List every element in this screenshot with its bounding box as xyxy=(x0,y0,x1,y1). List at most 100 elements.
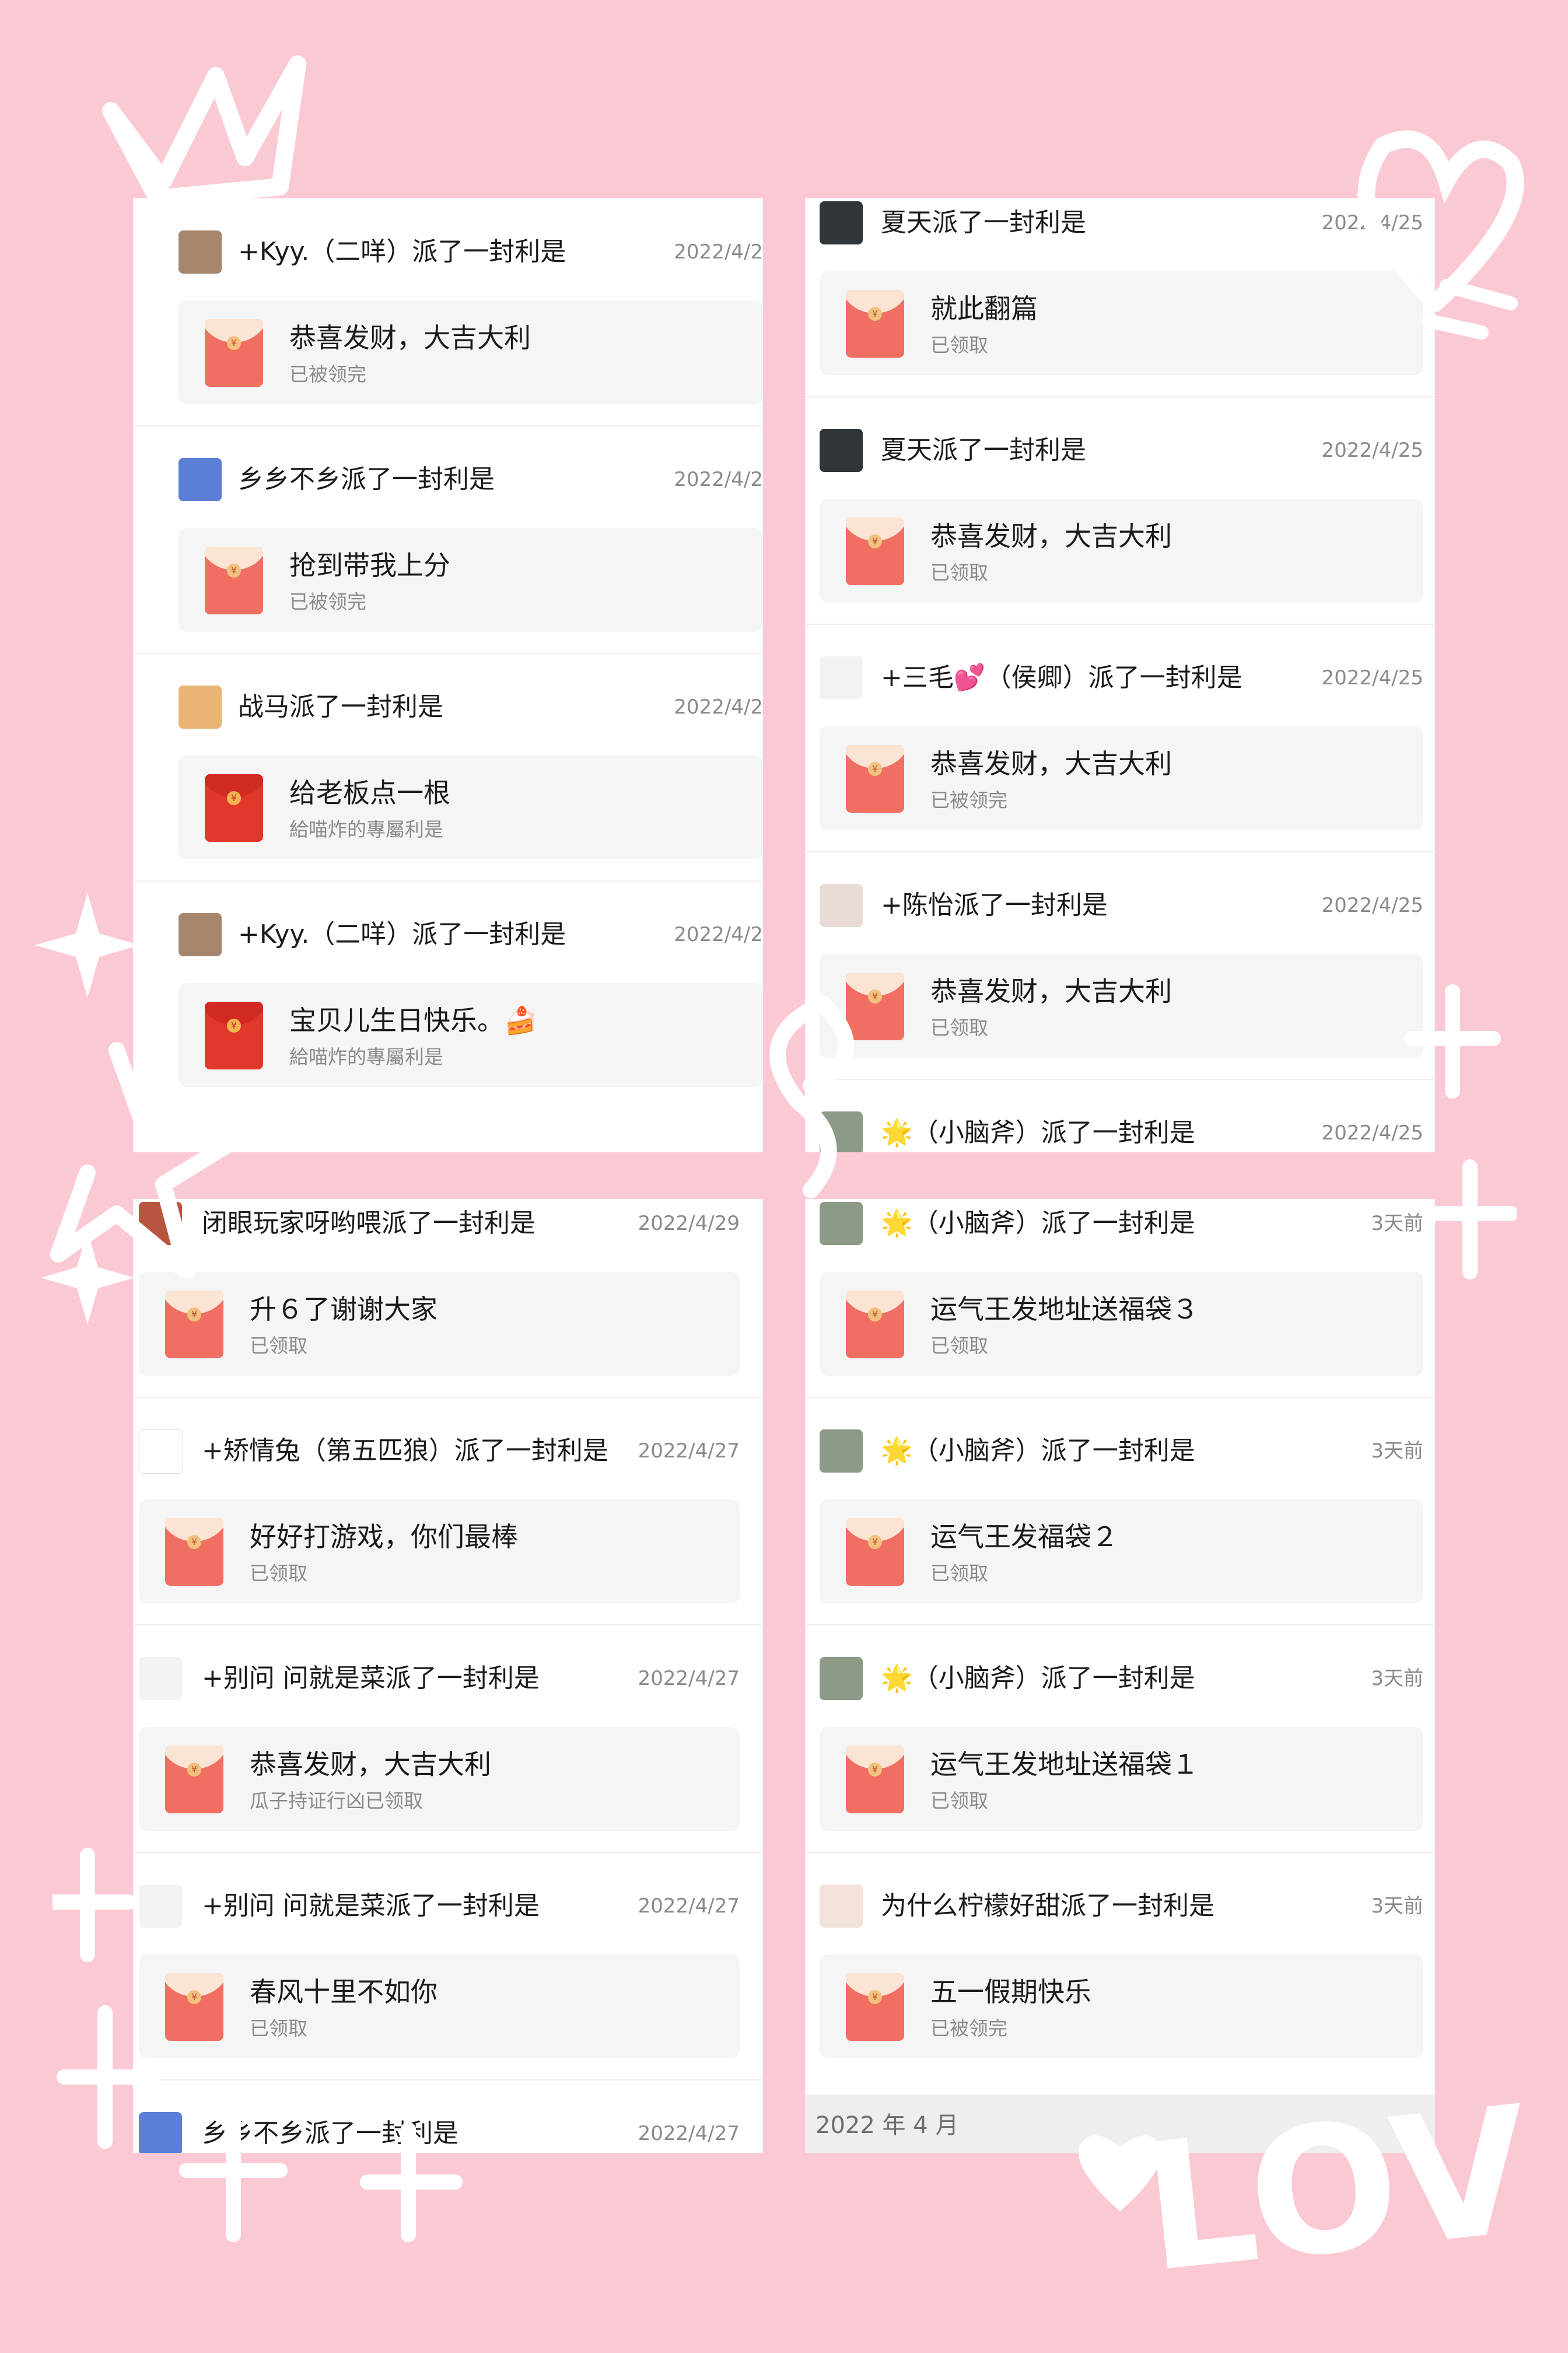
avatar[interactable] xyxy=(820,1111,863,1152)
small-star-doodle xyxy=(41,1231,134,1324)
divider xyxy=(133,880,763,882)
red-packet-card[interactable]: ¥ 春风十里不如你 已领取 xyxy=(139,1955,740,2058)
avatar[interactable] xyxy=(820,429,863,472)
sender-title: 乡乡不乡派了一封利是 xyxy=(202,2118,459,2148)
red-packet-card[interactable]: ¥ 恭喜发财，大吉大利 已被领完 xyxy=(820,726,1423,830)
send-date: 3天前 xyxy=(1371,1212,1423,1235)
packet-message: 就此翻篇 xyxy=(930,293,1038,324)
avatar[interactable] xyxy=(139,1202,182,1245)
red-packet-icon: ¥ xyxy=(846,1291,904,1358)
send-date: 2022/4/27 xyxy=(638,1667,740,1690)
send-date: 2022/4/27 xyxy=(638,2122,740,2145)
avatar[interactable] xyxy=(820,1885,863,1928)
red-packet-icon: ¥ xyxy=(846,518,904,585)
red-packet-icon: ¥ xyxy=(165,1973,223,2041)
divider xyxy=(805,396,1435,397)
list-item[interactable]: +Kyy.（二咩）派了一封利是 2022/4/2 ¥ 恭喜发财，大吉大利 已被领… xyxy=(133,198,763,426)
divider xyxy=(133,653,763,654)
avatar[interactable] xyxy=(820,1429,863,1473)
list-item[interactable]: 🌟（小脑斧）派了一封利是 3天前 ¥ 运气王发福袋２ 已领取 xyxy=(805,1397,1435,1625)
red-packet-card[interactable]: ¥ 运气王发福袋２ 已领取 xyxy=(820,1499,1423,1603)
packet-status: 已被领完 xyxy=(930,2017,1007,2040)
avatar[interactable] xyxy=(820,1657,863,1700)
list-item[interactable]: +三毛💕（侯卿）派了一封利是 2022/4/25 ¥ 恭喜发财，大吉大利 已被领… xyxy=(805,624,1435,852)
avatar[interactable] xyxy=(178,913,222,956)
send-date: 2022/4/2 xyxy=(674,695,763,719)
red-packet-icon: ¥ xyxy=(846,290,904,358)
list-item[interactable]: +别问 问就是菜派了一封利是 2022/4/27 ¥ 春风十里不如你 已领取 xyxy=(133,1852,763,2080)
red-packet-card[interactable]: ¥ 恭喜发财，大吉大利 已领取 xyxy=(820,954,1423,1058)
list-item[interactable]: 闭眼玩家呀哟喂派了一封利是 2022/4/29 ¥ 升６了谢谢大家 已领取 xyxy=(133,1199,763,1397)
send-date: 2022/4/25 xyxy=(1321,894,1423,917)
sender-title: 战马派了一封利是 xyxy=(238,692,443,722)
avatar[interactable] xyxy=(820,201,863,244)
list-item[interactable]: +陈怡派了一封利是 2022/4/25 ¥ 恭喜发财，大吉大利 已领取 xyxy=(805,851,1435,1079)
divider xyxy=(133,2079,763,2081)
packet-status: 已领取 xyxy=(930,1016,988,1039)
list-item[interactable]: 🌟（小脑斧）派了一封利是 2022/4/25 xyxy=(805,1079,1435,1152)
avatar[interactable] xyxy=(820,656,863,700)
sender-title: 🌟（小脑斧）派了一封利是 xyxy=(881,1118,1195,1148)
list-item[interactable]: 🌟（小脑斧）派了一封利是 3天前 ¥ 运气王发地址送福袋３ 已领取 xyxy=(805,1199,1435,1397)
packet-message: 五一假期快乐 xyxy=(930,1976,1091,2008)
avatar[interactable] xyxy=(139,2112,182,2153)
avatar[interactable] xyxy=(139,1885,182,1928)
list-item[interactable]: +矫情兔（第五匹狼）派了一封利是 2022/4/27 ¥ 好好打游戏，你们最棒 … xyxy=(133,1397,763,1625)
list-item[interactable]: 战马派了一封利是 2022/4/2 ¥ 给老板点一根 給喵炸的專屬利是 xyxy=(133,653,763,881)
star-doodle xyxy=(35,893,140,998)
divider xyxy=(805,1852,1435,1853)
avatar[interactable] xyxy=(178,230,222,274)
red-packet-card[interactable]: ¥ 运气王发地址送福袋１ 已领取 xyxy=(820,1727,1423,1831)
red-packet-card[interactable]: ¥ 恭喜发财，大吉大利 瓜子持证行凶已领取 xyxy=(139,1727,740,1831)
send-date: 2022/4/2 xyxy=(674,240,763,264)
packet-message: 恭喜发财，大吉大利 xyxy=(930,976,1172,1007)
packet-status: 瓜子持证行凶已领取 xyxy=(250,1789,423,1812)
divider xyxy=(805,1397,1435,1398)
packet-message: 运气王发地址送福袋３ xyxy=(930,1293,1199,1325)
send-date: 2022/4/25 xyxy=(1321,666,1423,690)
red-packet-card[interactable]: ¥ 抢到带我上分 已被领完 xyxy=(178,528,763,632)
sender-title: +Kyy.（二咩）派了一封利是 xyxy=(238,919,566,949)
send-date: 2022/4/2 xyxy=(674,923,763,946)
red-packet-card[interactable]: ¥ 恭喜发财，大吉大利 已领取 xyxy=(820,499,1423,603)
red-packet-card[interactable]: ¥ 运气王发地址送福袋３ 已领取 xyxy=(820,1272,1423,1376)
list-item[interactable]: 乡乡不乡派了一封利是 2022/4/2 ¥ 抢到带我上分 已被领完 xyxy=(133,425,763,653)
list-item[interactable]: +别问 问就是菜派了一封利是 2022/4/27 ¥ 恭喜发财，大吉大利 瓜子持… xyxy=(133,1624,763,1852)
avatar[interactable] xyxy=(178,458,222,501)
avatar[interactable] xyxy=(820,884,863,927)
red-packet-card[interactable]: ¥ 给老板点一根 給喵炸的專屬利是 xyxy=(178,756,763,859)
red-packet-icon: ¥ xyxy=(205,1002,263,1069)
sender-title: 夏天派了一封利是 xyxy=(881,208,1086,237)
panel-bottom-right: 🌟（小脑斧）派了一封利是 3天前 ¥ 运气王发地址送福袋３ 已领取 🌟（小脑斧）… xyxy=(805,1199,1435,2153)
packet-message: 好好打游戏，你们最棒 xyxy=(250,1521,518,1553)
send-date: 2022/4/2 xyxy=(674,468,763,491)
packet-status: 已领取 xyxy=(250,2017,307,2040)
avatar[interactable] xyxy=(820,1202,863,1245)
red-packet-card[interactable]: ¥ 就此翻篇 已领取 xyxy=(820,271,1423,375)
avatar[interactable] xyxy=(139,1657,182,1700)
red-packet-card[interactable]: ¥ 恭喜发财，大吉大利 已被领完 xyxy=(178,300,763,404)
sender-title: +陈怡派了一封利是 xyxy=(881,890,1108,920)
list-item[interactable]: 为什么柠檬好甜派了一封利是 3天前 ¥ 五一假期快乐 已被领完 xyxy=(805,1852,1435,2080)
red-packet-card[interactable]: ¥ 好好打游戏，你们最棒 已领取 xyxy=(139,1499,740,1603)
red-packet-icon: ¥ xyxy=(846,1973,904,2041)
sender-title: +三毛💕（侯卿）派了一封利是 xyxy=(881,663,1242,693)
packet-message: 运气王发福袋２ xyxy=(930,1521,1118,1553)
red-packet-icon: ¥ xyxy=(846,973,904,1040)
packet-message: 运气王发地址送福袋１ xyxy=(930,1749,1199,1780)
list-item[interactable]: 🌟（小脑斧）派了一封利是 3天前 ¥ 运气王发地址送福袋１ 已领取 xyxy=(805,1624,1435,1852)
list-item[interactable]: 乡乡不乡派了一封利是 2022/4/27 xyxy=(133,2079,763,2153)
divider xyxy=(133,1852,763,1853)
list-item[interactable]: +Kyy.（二咩）派了一封利是 2022/4/2 ¥ 宝贝儿生日快乐。🍰 給喵炸… xyxy=(133,880,763,1109)
list-item[interactable]: 夏天派了一封利是 2022/4/25 ¥ 恭喜发财，大吉大利 已领取 xyxy=(805,396,1435,624)
red-packet-card[interactable]: ¥ 宝贝儿生日快乐。🍰 給喵炸的專屬利是 xyxy=(178,983,763,1087)
sender-title: 🌟（小脑斧）派了一封利是 xyxy=(881,1436,1195,1466)
packet-message: 给老板点一根 xyxy=(289,777,450,809)
avatar[interactable] xyxy=(139,1429,183,1474)
list-item[interactable]: 夏天派了一封利是 2022/4/25 ¥ 就此翻篇 已领取 xyxy=(805,198,1435,397)
avatar[interactable] xyxy=(178,686,222,729)
divider xyxy=(805,851,1435,852)
red-packet-card[interactable]: ¥ 升６了谢谢大家 已领取 xyxy=(139,1272,740,1376)
red-packet-card[interactable]: ¥ 五一假期快乐 已被领完 xyxy=(820,1955,1423,2058)
packet-status: 給喵炸的專屬利是 xyxy=(289,818,443,841)
